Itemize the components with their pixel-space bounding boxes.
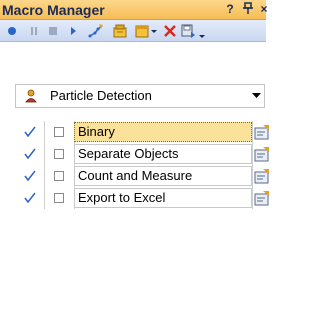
breakpoint-checkbox[interactable] [54,127,64,137]
toolbar-overflow-icon[interactable] [198,23,206,39]
delete-icon[interactable] [162,23,178,39]
step-label[interactable]: Separate Objects [74,144,252,164]
stop-icon[interactable] [45,23,61,39]
open-menu-chevron-icon[interactable] [150,23,158,39]
record-icon[interactable] [4,23,20,39]
macro-manager-window: Macro Manager ? × Particle Detection Bin… [0,0,269,336]
list-item[interactable]: Separate Objects [15,143,269,165]
person-icon [25,89,37,103]
list-item[interactable]: Count and Measure [15,165,269,187]
pause-icon[interactable] [26,23,42,39]
help-button[interactable]: ? [224,2,236,16]
edit-step-icon[interactable] [254,146,270,162]
check-icon[interactable] [24,170,36,182]
list-item[interactable]: Export to Excel [15,187,269,209]
macro-selector-dropdown[interactable]: Particle Detection [15,84,265,108]
chevron-down-icon [252,93,261,98]
breakpoint-checkbox[interactable] [54,193,64,203]
list-item[interactable]: Binary [15,121,269,143]
close-button[interactable]: × [258,2,270,16]
check-icon[interactable] [24,192,36,204]
new-macro-icon[interactable] [112,23,128,39]
open-macro-icon[interactable] [134,23,150,39]
step-label[interactable]: Binary [74,122,252,142]
toolbar [0,20,266,42]
title-bar: Macro Manager ? × [0,0,268,20]
edit-step-icon[interactable] [254,190,270,206]
check-icon[interactable] [24,126,36,138]
macro-selector-value: Particle Detection [50,88,152,103]
edit-step-icon[interactable] [254,168,270,184]
save-icon[interactable] [180,23,196,39]
step-label[interactable]: Count and Measure [74,166,252,186]
step-label[interactable]: Export to Excel [74,188,252,208]
play-icon[interactable] [65,23,81,39]
step-icon[interactable] [88,23,104,39]
breakpoint-checkbox[interactable] [54,149,64,159]
breakpoint-checkbox[interactable] [54,171,64,181]
check-icon[interactable] [24,148,36,160]
edit-step-icon[interactable] [254,124,270,140]
pin-button[interactable] [242,2,254,17]
pin-icon [243,2,253,14]
window-title: Macro Manager [2,1,105,18]
